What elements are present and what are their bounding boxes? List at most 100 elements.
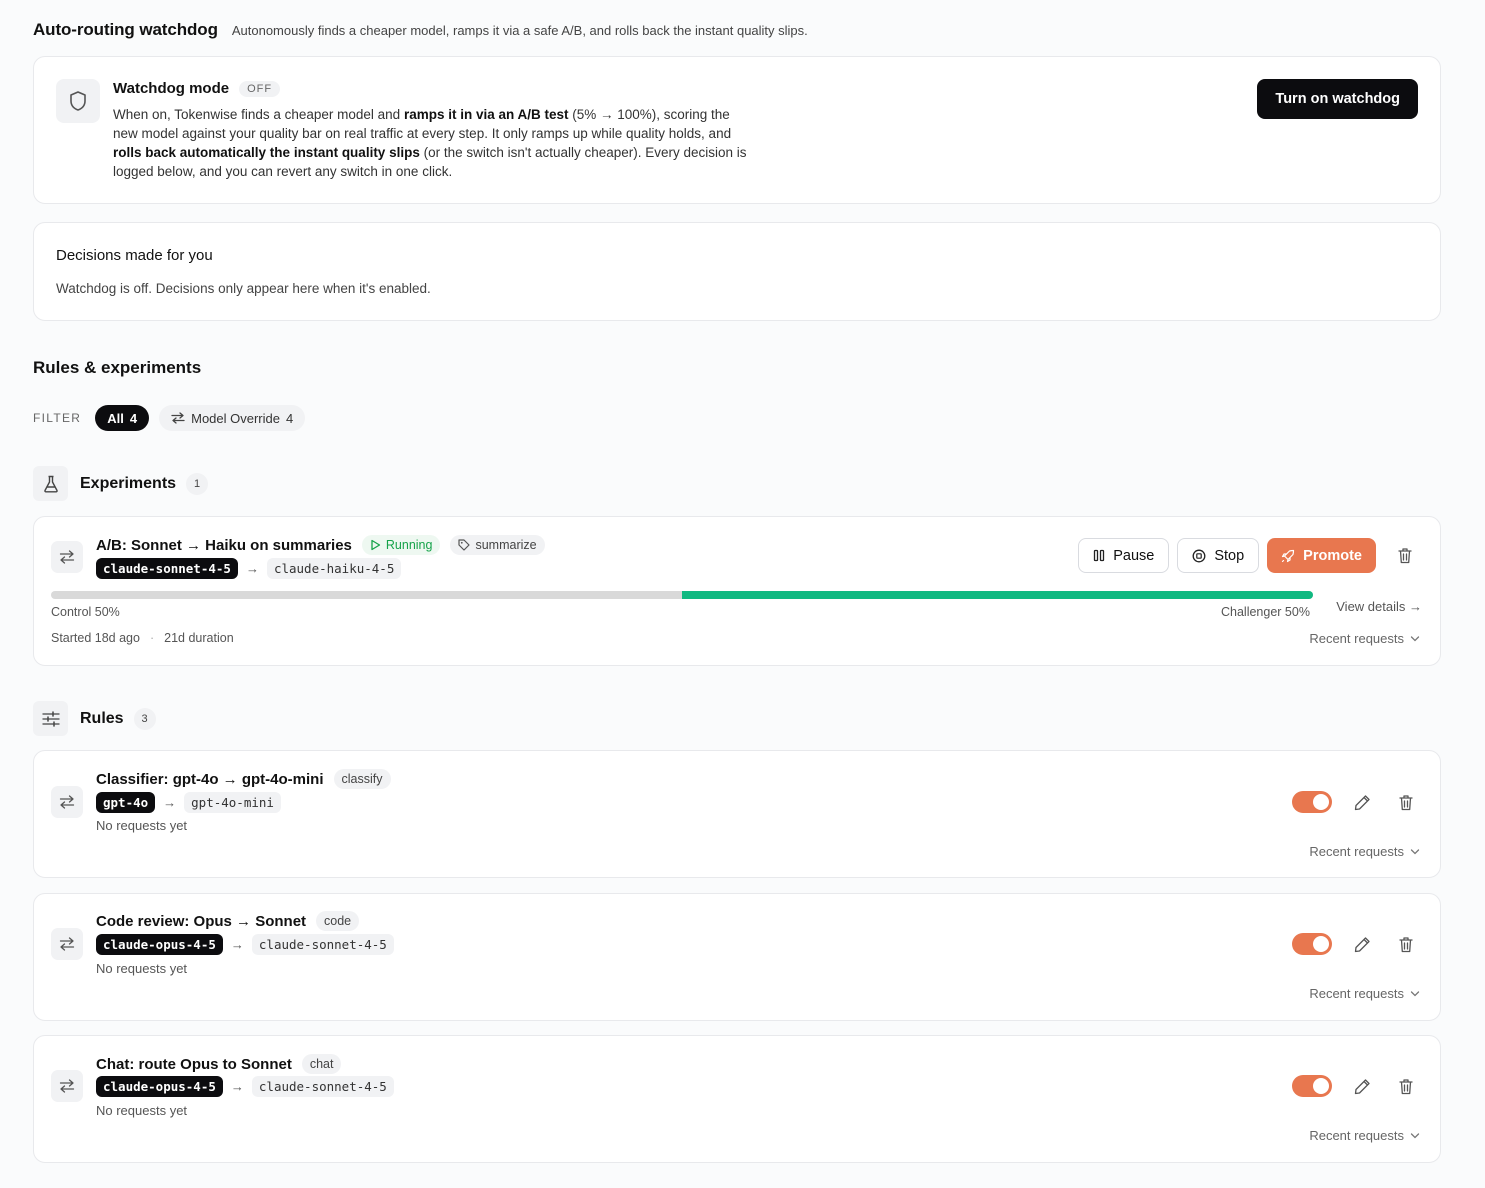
experiment-tag: summarize: [450, 535, 545, 555]
turn-on-watchdog-button[interactable]: Turn on watchdog: [1257, 79, 1418, 119]
swap-icon: [51, 786, 83, 818]
recent-requests-toggle[interactable]: Recent requests: [1309, 631, 1420, 646]
rule-tag: chat: [301, 1054, 342, 1074]
pencil-icon: [1354, 936, 1370, 952]
to-model-chip: claude-haiku-4-5: [266, 558, 402, 579]
to-model-chip: claude-sonnet-4-5: [251, 1076, 394, 1097]
status-badge: Running: [361, 535, 441, 555]
rocket-icon: [1282, 549, 1295, 562]
swap-icon: [51, 928, 83, 960]
request-count: No requests yet: [96, 961, 188, 976]
challenger-fill: [682, 591, 1313, 599]
swap-icon: [171, 412, 185, 424]
page-description: Autonomously finds a cheaper model, ramp…: [231, 23, 808, 38]
recent-requests-toggle[interactable]: Recent requests: [1309, 844, 1420, 859]
stop-button[interactable]: Stop: [1177, 538, 1260, 573]
delete-rule-button[interactable]: [1392, 1072, 1420, 1100]
traffic-split-bar: [51, 591, 1313, 599]
rule-title[interactable]: Code review: Opus → Sonnet: [96, 913, 306, 930]
filter-chip-model-override[interactable]: Model Override 4: [159, 405, 306, 431]
control-label: Control 50%: [51, 605, 120, 619]
rule-tag: code: [316, 911, 360, 931]
experiments-group-header: Experiments 1: [33, 466, 209, 501]
arrow-right-icon: →: [163, 795, 177, 810]
experiments-title: Experiments: [80, 474, 177, 492]
chevron-down-icon: [1410, 848, 1420, 854]
decisions-empty-text: Watchdog is off. Decisions only appear h…: [56, 281, 431, 296]
trash-icon: [1399, 936, 1413, 952]
filter-label: FILTER: [33, 411, 82, 425]
shield-icon: [56, 79, 100, 123]
stop-icon: [1192, 549, 1206, 562]
tag-icon: [458, 539, 471, 551]
delete-experiment-button[interactable]: [1390, 541, 1420, 571]
from-model-chip: claude-sonnet-4-5: [96, 558, 238, 579]
rule-title[interactable]: Classifier: gpt-4o → gpt-4o-mini: [96, 771, 324, 788]
delete-rule-button[interactable]: [1392, 788, 1420, 816]
watchdog-status-badge: OFF: [239, 80, 281, 97]
edit-rule-button[interactable]: [1348, 788, 1376, 816]
arrow-right-icon: →: [230, 937, 244, 952]
rule-title[interactable]: Chat: route Opus to Sonnet: [96, 1056, 292, 1073]
meta-separator: ·: [149, 631, 155, 645]
pencil-icon: [1354, 794, 1370, 810]
to-model-chip: claude-sonnet-4-5: [251, 934, 394, 955]
watchdog-description: When on, Tokenwise finds a cheaper model…: [113, 107, 747, 179]
rule-tag: classify: [333, 769, 391, 789]
rule-enabled-toggle[interactable]: [1292, 791, 1332, 813]
rules-experiments-title: Rules & experiments: [33, 358, 202, 377]
rule-card: Code review: Opus → Sonnet code claude-o…: [33, 893, 1441, 1021]
from-model-chip: claude-opus-4-5: [96, 1076, 223, 1097]
to-model-chip: gpt-4o-mini: [184, 792, 281, 813]
rule-enabled-toggle[interactable]: [1292, 1075, 1332, 1097]
chevron-down-icon: [1410, 635, 1420, 641]
page-header: Auto-routing watchdog Autonomously finds…: [33, 20, 808, 40]
decisions-card: Decisions made for you Watchdog is off. …: [33, 222, 1441, 321]
swap-icon: [51, 1070, 83, 1102]
promote-button[interactable]: Promote: [1267, 538, 1376, 573]
recent-requests-toggle[interactable]: Recent requests: [1309, 1128, 1420, 1143]
pause-icon: [1094, 549, 1105, 562]
pencil-icon: [1354, 1078, 1370, 1094]
request-count: No requests yet: [96, 1103, 188, 1118]
arrow-right-icon: →: [245, 561, 259, 576]
experiment-card: A/B: Sonnet → Haiku on summaries Running…: [33, 516, 1441, 666]
trash-icon: [1399, 794, 1413, 810]
recent-requests-toggle[interactable]: Recent requests: [1309, 986, 1420, 1001]
experiment-title[interactable]: A/B: Sonnet → Haiku on summaries: [96, 537, 352, 554]
request-count: No requests yet: [96, 818, 188, 833]
delete-rule-button[interactable]: [1392, 930, 1420, 958]
rules-group-header: Rules 3: [33, 701, 156, 736]
chevron-down-icon: [1410, 1132, 1420, 1138]
challenger-label: Challenger 50%: [1221, 605, 1310, 619]
trash-icon: [1399, 1078, 1413, 1094]
pause-button[interactable]: Pause: [1078, 538, 1170, 573]
trash-icon: [1398, 548, 1412, 564]
rule-enabled-toggle[interactable]: [1292, 933, 1332, 955]
swap-icon: [51, 541, 83, 573]
rules-title: Rules: [80, 709, 124, 727]
rule-card: Chat: route Opus to Sonnet chat claude-o…: [33, 1035, 1441, 1163]
watchdog-card: Watchdog mode OFF When on, Tokenwise fin…: [33, 56, 1441, 204]
arrow-right-icon: →: [230, 1079, 244, 1094]
from-model-chip: gpt-4o: [96, 792, 156, 813]
experiment-meta: Started 18d ago · 21d duration: [51, 631, 234, 645]
experiments-count: 1: [186, 472, 209, 495]
rule-card: Classifier: gpt-4o → gpt-4o-mini classif…: [33, 750, 1441, 878]
duration-text: 21d duration: [164, 631, 234, 645]
flask-icon: [33, 466, 68, 501]
from-model-chip: claude-opus-4-5: [96, 934, 223, 955]
decisions-title: Decisions made for you: [56, 247, 213, 264]
started-text: Started 18d ago: [51, 631, 140, 645]
filter-chip-all[interactable]: All 4: [95, 405, 150, 431]
filter-bar: FILTER All 4 Model Override 4: [33, 405, 306, 431]
view-details-link[interactable]: View details →: [1336, 599, 1422, 614]
watchdog-title: Watchdog mode: [113, 80, 230, 97]
sliders-icon: [33, 701, 68, 736]
page-title: Auto-routing watchdog: [33, 20, 218, 39]
edit-rule-button[interactable]: [1348, 1072, 1376, 1100]
play-icon: [371, 539, 381, 551]
rules-count: 3: [133, 707, 156, 730]
edit-rule-button[interactable]: [1348, 930, 1376, 958]
chevron-down-icon: [1410, 990, 1420, 996]
